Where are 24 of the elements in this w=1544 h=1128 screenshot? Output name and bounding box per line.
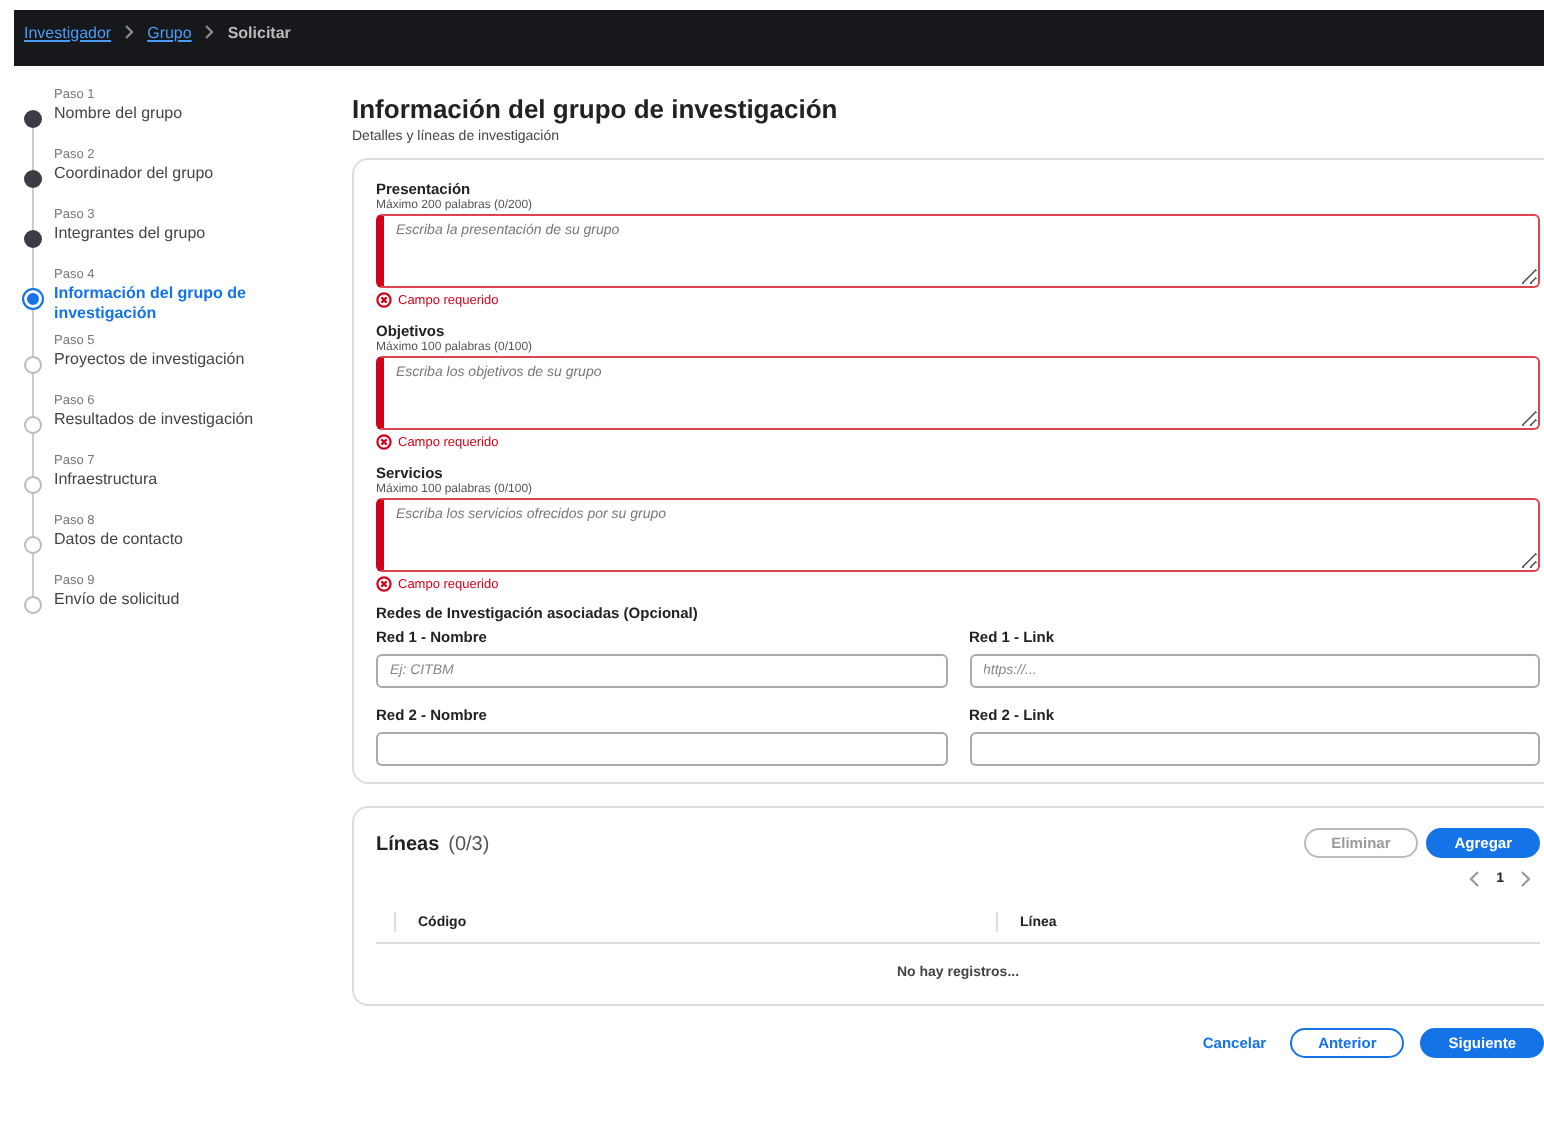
- input-field[interactable]: [376, 732, 947, 766]
- step-label[interactable]: Proyectos de investigación: [54, 350, 290, 370]
- current-page-label: Solicitar: [227, 23, 291, 41]
- error-icon: [376, 576, 392, 592]
- breadcrumb-link[interactable]: Investigador: [24, 23, 112, 41]
- step-label[interactable]: Información del grupo de investigación: [54, 284, 290, 324]
- chevron-icon: [123, 24, 136, 40]
- step-label[interactable]: Datos de contacto: [54, 530, 290, 550]
- step-label[interactable]: Nombre del grupo: [54, 104, 290, 124]
- chevron-left-icon[interactable]: [1468, 870, 1481, 888]
- section-title: Líneas: [376, 834, 440, 856]
- page-title: Información del grupo de investigación: [352, 94, 840, 126]
- step-label[interactable]: Resultados de investigación: [54, 410, 290, 430]
- error-icon: [376, 434, 392, 450]
- breadcrumb-link[interactable]: Grupo: [147, 23, 192, 41]
- step-label[interactable]: Infraestructura: [54, 470, 290, 490]
- step-label[interactable]: Integrantes del grupo: [54, 224, 290, 244]
- step-label[interactable]: Envío de solicitud: [54, 590, 290, 610]
- line-count: (0/3): [448, 834, 490, 856]
- chevron-icon: [203, 24, 216, 40]
- input-field[interactable]: [969, 732, 1540, 766]
- chevron-right-icon[interactable]: [1520, 870, 1532, 888]
- error-icon: [376, 292, 392, 308]
- step-label[interactable]: Coordinador del grupo: [54, 164, 290, 184]
